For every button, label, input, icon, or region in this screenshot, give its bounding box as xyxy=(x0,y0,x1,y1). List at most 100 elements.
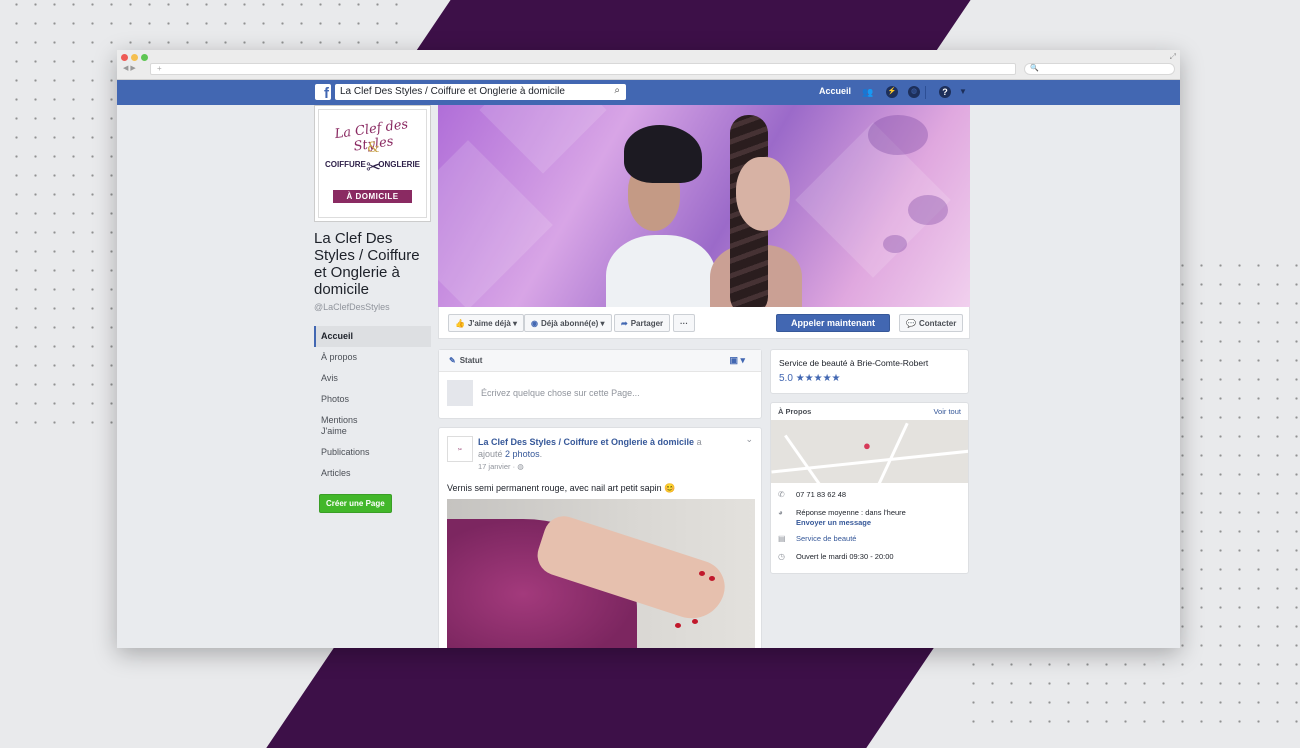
search-icon[interactable]: ⌕ xyxy=(614,85,620,96)
scissors-icon: ✂ xyxy=(366,157,382,177)
post-header: ✂ La Clef Des Styles / Coiffure et Ongle… xyxy=(439,428,761,473)
messenger-icon[interactable]: ⚡ xyxy=(886,86,898,98)
more-button[interactable]: ··· xyxy=(673,314,695,332)
follow-button[interactable]: ◉ Déjà abonné(e) ▾ xyxy=(524,314,612,332)
phone-number[interactable]: 07 71 83 62 48 xyxy=(796,490,846,500)
cover-photo[interactable] xyxy=(438,105,970,307)
about-title: À Propos xyxy=(778,407,812,416)
maximize-dot[interactable] xyxy=(141,54,148,61)
like-button[interactable]: 👍 J'aime déjà ▾ xyxy=(448,314,525,332)
logo-right-word: ONGLERIE xyxy=(378,160,420,169)
see-all-link[interactable]: Voir tout xyxy=(933,407,961,416)
globe-icon: ◍ xyxy=(517,462,524,471)
background-band xyxy=(266,648,934,748)
category-link[interactable]: Service de beauté xyxy=(796,534,856,544)
right-column: Service de beauté à Brie-Comte-Robert 5.… xyxy=(770,349,969,574)
about-header: À Propos Voir tout xyxy=(771,403,968,420)
minimize-dot[interactable] xyxy=(131,54,138,61)
status-input[interactable]: Écrivez quelque chose sur cette Page... xyxy=(481,388,640,398)
opening-hours: Ouvert le mardi 09:30 - 20:00 xyxy=(796,552,894,561)
sidebar-item-mentions[interactable]: Mentions J'aime xyxy=(314,410,384,442)
logo-ampersand: & xyxy=(367,140,380,156)
page-action-bar: 👍 J'aime déjà ▾ ◉ Déjà abonné(e) ▾ ➦ Partag… xyxy=(438,307,970,339)
rss-icon: ◉ xyxy=(531,319,538,328)
category-row: ▤ Service de beauté xyxy=(771,534,968,544)
status-composer: ✎ Statut ▣ ▾ Écrivez quelque chose sur ce… xyxy=(438,349,762,419)
sidebar-item-a-propos[interactable]: À propos xyxy=(314,347,431,368)
messenger-icon: ◕ xyxy=(778,508,783,517)
star-icons: ★★★★★ xyxy=(795,373,841,384)
nav-home-link[interactable]: Accueil xyxy=(819,86,851,96)
post-meta: La Clef Des Styles / Coiffure et Ongleri… xyxy=(478,437,702,471)
location-map[interactable]: ● xyxy=(771,420,968,483)
chevron-down-icon[interactable]: ⌄ xyxy=(745,434,753,445)
feed-column: ✎ Statut ▣ ▾ Écrivez quelque chose sur ce… xyxy=(438,349,762,648)
contact-label: Contacter xyxy=(918,319,957,328)
post-action-text: a xyxy=(696,437,702,447)
post-action-text: ajouté xyxy=(478,449,503,459)
rating[interactable]: 5.0 ★★★★★ xyxy=(779,373,960,384)
status-tab[interactable]: Statut xyxy=(460,356,483,365)
page-handle: @LaClefDesStyles xyxy=(314,302,390,312)
chat-icon: 💬 xyxy=(906,319,916,328)
search-value: La Clef Des Styles / Coiffure et Ongleri… xyxy=(340,86,565,97)
share-label: Partager xyxy=(630,319,664,328)
close-dot[interactable] xyxy=(121,54,128,61)
call-now-button[interactable]: Appeler maintenant xyxy=(776,314,890,332)
post-avatar[interactable]: ✂ xyxy=(447,436,473,462)
audience-selector-icon[interactable]: ▣ ▾ xyxy=(729,355,745,366)
post-author-link[interactable]: La Clef Des Styles / Coiffure et Ongleri… xyxy=(478,437,694,447)
brand-logo: La Clef des Styles & COIFFURE ONGLERIE ✂… xyxy=(318,109,427,218)
hours-row: ◷ Ouvert le mardi 09:30 - 20:00 xyxy=(771,552,968,562)
send-message-link[interactable]: Envoyer un message xyxy=(796,518,871,527)
browser-search[interactable]: 🔍 xyxy=(1024,63,1175,75)
page-title[interactable]: La Clef Des Styles / Coiffure et Ongleri… xyxy=(314,230,431,298)
logo-left-word: COIFFURE xyxy=(325,160,366,169)
pencil-icon: ✎ xyxy=(449,356,456,365)
status-body: Écrivez quelque chose sur cette Page... xyxy=(439,372,761,414)
logo-banner: À DOMICILE xyxy=(333,190,412,203)
facebook-topbar: f La Clef Des Styles / Coiffure et Ongle… xyxy=(117,80,1180,105)
url-bar[interactable]: + xyxy=(150,63,1016,75)
help-icon[interactable]: ? xyxy=(939,86,951,98)
facebook-logo-icon[interactable]: f xyxy=(315,84,331,100)
follow-label: Déjà abonné(e) xyxy=(540,319,599,328)
phone-row: ✆ 07 71 83 62 48 xyxy=(771,490,968,500)
friends-icon[interactable]: 👥 xyxy=(862,86,874,98)
post-photos-link[interactable]: 2 photos xyxy=(505,449,540,459)
browser-window: ◀ ▶ + 🔍 ⤢ f La Clef Des Styles / Coiffur… xyxy=(117,50,1180,648)
chevron-down-icon[interactable]: ▼ xyxy=(957,86,969,98)
phone-icon: ✆ xyxy=(778,490,785,499)
sidebar-item-avis[interactable]: Avis xyxy=(314,368,431,389)
page-sidebar-nav: Accueil À propos Avis Photos Mentions J'… xyxy=(314,326,431,484)
map-pin-icon: ● xyxy=(863,438,871,453)
browser-chrome: ◀ ▶ + 🔍 ⤢ xyxy=(117,50,1180,80)
create-page-button[interactable]: Créer une Page xyxy=(319,494,392,513)
facebook-search-input[interactable]: La Clef Des Styles / Coiffure et Ongleri… xyxy=(335,84,626,100)
share-button[interactable]: ➦ Partager xyxy=(614,314,671,332)
response-row: ◕ Réponse moyenne : dans l'heure Envoyer… xyxy=(771,508,968,528)
globe-icon[interactable]: ◍ xyxy=(908,86,920,98)
briefcase-icon: ▤ xyxy=(778,534,786,543)
sidebar-item-articles[interactable]: Articles xyxy=(314,463,431,484)
post-card: ✂ La Clef Des Styles / Coiffure et Ongle… xyxy=(438,427,762,648)
contact-button[interactable]: 💬 Contacter xyxy=(899,314,964,332)
sidebar-item-accueil[interactable]: Accueil xyxy=(314,326,431,347)
clock-icon: ◷ xyxy=(778,552,785,561)
back-forward-icon[interactable]: ◀ ▶ xyxy=(123,64,136,72)
response-time: Réponse moyenne : dans l'heure xyxy=(796,508,906,517)
status-header: ✎ Statut ▣ ▾ xyxy=(439,350,761,372)
profile-picture[interactable]: La Clef des Styles & COIFFURE ONGLERIE ✂… xyxy=(314,105,431,222)
main-column: 👍 J'aime déjà ▾ ◉ Déjà abonné(e) ▾ ➦ Partag… xyxy=(438,105,970,339)
rating-value: 5.0 xyxy=(779,373,793,384)
divider xyxy=(925,86,926,99)
sidebar-item-photos[interactable]: Photos xyxy=(314,389,431,410)
fullscreen-icon[interactable]: ⤢ xyxy=(1170,52,1176,62)
post-text: Vernis semi permanent rouge, avec nail a… xyxy=(447,483,676,493)
service-card: Service de beauté à Brie-Comte-Robert 5.… xyxy=(770,349,969,394)
post-date[interactable]: 17 janvier xyxy=(478,462,511,471)
like-label: J'aime déjà xyxy=(467,319,511,328)
share-icon: ➦ xyxy=(621,319,628,328)
post-photo[interactable] xyxy=(447,499,755,648)
sidebar-item-publications[interactable]: Publications xyxy=(314,442,431,463)
